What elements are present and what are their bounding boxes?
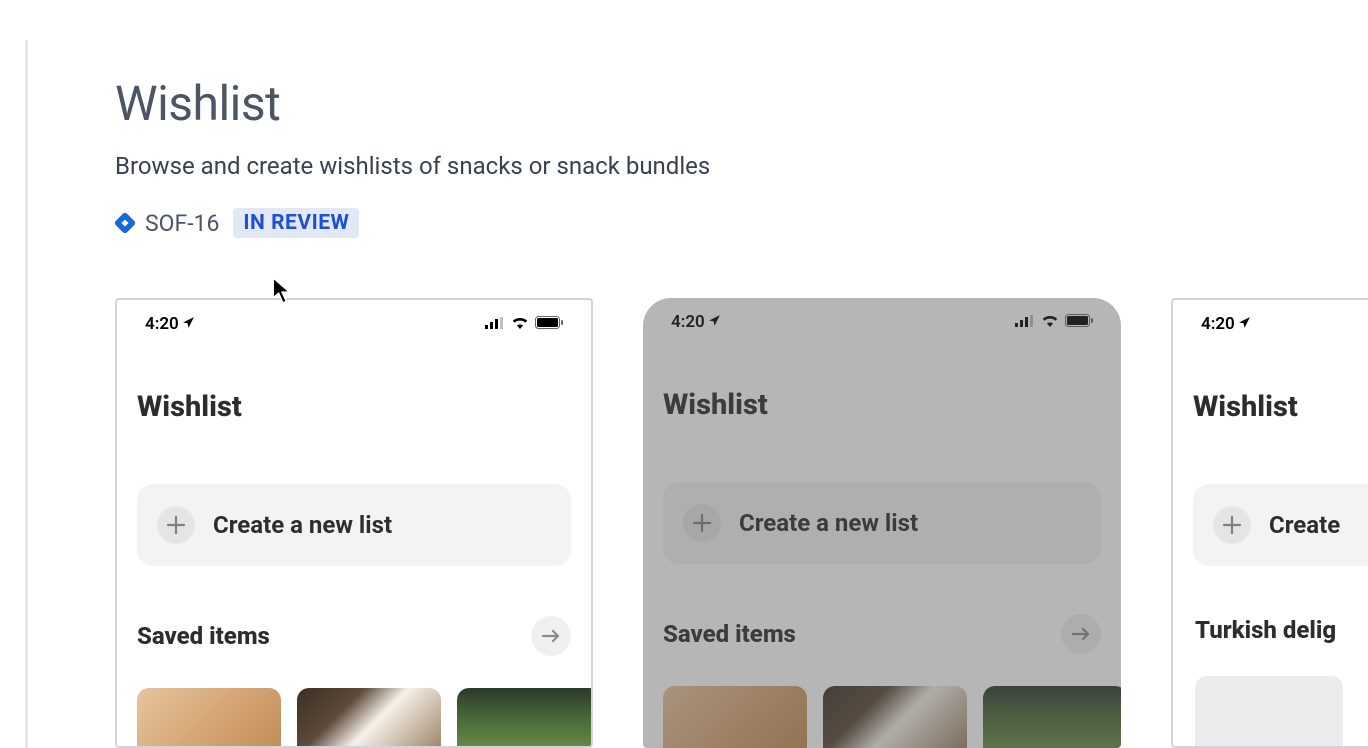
status-time-text: 4:20 (145, 314, 179, 334)
mockup-screen-1[interactable]: 4:20 Wishlist (115, 298, 593, 748)
wifi-icon (1041, 312, 1059, 332)
page-content: Wishlist Browse and create wishlists of … (0, 0, 1368, 748)
mockup-screen-2[interactable]: 4:20 Wishlist (643, 298, 1121, 748)
app-title: Wishlist (1173, 342, 1368, 440)
create-list-label: Create a new list (213, 511, 392, 539)
create-list-label: Create a new list (739, 509, 918, 537)
jira-story-icon (115, 213, 135, 233)
item-thumbnail[interactable] (663, 686, 807, 748)
status-time: 4:20 (1201, 314, 1251, 334)
item-thumbnail[interactable] (297, 688, 441, 748)
location-arrow-icon (708, 314, 721, 331)
item-thumbnail-placeholder[interactable] (1195, 676, 1343, 748)
battery-icon (1065, 312, 1093, 332)
story-id[interactable]: SOF-16 (145, 210, 219, 237)
item-thumbnail[interactable] (137, 688, 281, 748)
phone-status-bar: 4:20 (1173, 300, 1368, 342)
page-title: Wishlist (115, 75, 1368, 132)
section-title: Turkish delig (1173, 566, 1368, 656)
status-time-text: 4:20 (671, 312, 705, 332)
phone-status-bar: 4:20 (117, 300, 591, 342)
meta-row: SOF-16 IN REVIEW (115, 208, 1368, 238)
status-time: 4:20 (145, 314, 195, 334)
create-list-button[interactable]: Create (1193, 484, 1368, 566)
saved-items-header: Saved items (117, 566, 591, 668)
arrow-right-button[interactable] (1061, 614, 1101, 654)
phone-status-bar: 4:20 (643, 298, 1121, 340)
status-time-text: 4:20 (1201, 314, 1235, 334)
battery-icon (535, 314, 563, 334)
location-arrow-icon (1238, 316, 1251, 333)
page-subtitle: Browse and create wishlists of snacks or… (115, 152, 1368, 180)
saved-items-header: Saved items (643, 564, 1121, 666)
create-list-button[interactable]: Create a new list (663, 482, 1101, 564)
cellular-signal-icon (1015, 312, 1035, 332)
create-list-button[interactable]: Create a new list (137, 484, 571, 566)
saved-items-title: Saved items (663, 620, 796, 648)
item-thumbnail[interactable] (823, 686, 967, 748)
app-title: Wishlist (643, 340, 1121, 438)
left-guide-border (25, 40, 28, 748)
saved-items-row (643, 666, 1121, 748)
saved-items-title: Saved items (137, 622, 270, 650)
cellular-signal-icon (485, 314, 505, 334)
plus-icon (157, 506, 195, 544)
arrow-right-button[interactable] (531, 616, 571, 656)
plus-icon (1213, 506, 1251, 544)
status-badge[interactable]: IN REVIEW (233, 208, 359, 238)
wifi-icon (511, 314, 529, 334)
status-time: 4:20 (671, 312, 721, 332)
app-title: Wishlist (117, 342, 591, 440)
mockups-row: 4:20 Wishlist (115, 298, 1368, 748)
create-list-label: Create (1269, 511, 1340, 539)
item-thumbnail[interactable] (457, 688, 593, 748)
location-arrow-icon (182, 316, 195, 333)
mockup-screen-3[interactable]: 4:20 Wishlist Create Turkish delig (1171, 298, 1368, 748)
saved-items-row (117, 668, 591, 748)
item-thumbnail[interactable] (983, 686, 1121, 748)
status-icons (1015, 312, 1093, 332)
status-icons (485, 314, 563, 334)
plus-icon (683, 504, 721, 542)
